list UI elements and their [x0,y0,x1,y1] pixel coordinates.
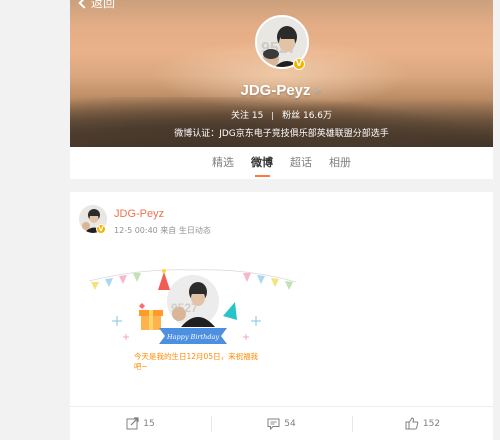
comment-count: 54 [284,418,296,429]
banner-text: Happy Birthday [166,333,219,341]
tab-weibo[interactable]: 微博 [243,147,282,179]
stats-divider [272,111,274,120]
followers-count: 16.6万 [302,111,333,121]
tab-super-topic[interactable]: 超话 [282,147,321,179]
like-button[interactable]: 152 [352,407,493,440]
following-stat[interactable]: 关注 15 [231,111,263,121]
profile-name-row: JDG-Peyz ♂ [70,82,493,99]
birthday-card-image[interactable]: 9527 Happy Birthday 今天是我的生日12月05日，来祝福我吧~ [81,254,304,381]
mountain-ridge [70,97,493,147]
birthday-message: 今天是我的生日12月05日，来祝福我吧~ [134,352,259,371]
repost-button[interactable]: 15 [70,407,211,440]
post-meta: 12-5 00:40 来自 生日动态 [114,226,211,235]
profile-cover: 返回 9527 V JDG-Peyz ♂ 关注 15 粉丝 16.6万 微博认证：… [70,0,493,147]
followers-label: 粉丝 [282,111,301,121]
profile-name: JDG-Peyz [240,82,311,99]
repost-count: 15 [143,418,155,429]
male-gender-icon: ♂ [313,84,323,98]
post-author-name[interactable]: JDG-Peyz [114,208,164,220]
back-label: 返回 [91,0,116,10]
chevron-left-icon [78,0,90,9]
like-count: 152 [422,418,441,429]
repost-icon [126,417,139,430]
following-label: 关注 [230,111,249,121]
following-count: 15 [251,111,264,121]
followers-stat[interactable]: 粉丝 16.6万 [282,111,332,121]
tab-album[interactable]: 相册 [321,147,360,179]
tab-featured[interactable]: 精选 [204,147,243,179]
back-button[interactable]: 返回 [78,0,116,11]
post-action-bar: 15 54 152 [70,406,493,440]
comment-button[interactable]: 54 [211,407,352,440]
profile-tabs: 精选 微博 超话 相册 [70,147,493,179]
profile-stats: 关注 15 粉丝 16.6万 [70,108,493,121]
weibo-post-card: V JDG-Peyz 12-5 00:40 来自 生日动态 9527 Happy… [70,192,493,440]
author-verified-icon: V [96,224,106,234]
verified-badge-icon: V [293,58,305,70]
thumbs-up-icon [405,417,419,430]
verification-text: 微博认证：JDG京东电子竞技俱乐部英雄联盟分部选手 [174,129,389,139]
comment-icon [267,418,280,430]
